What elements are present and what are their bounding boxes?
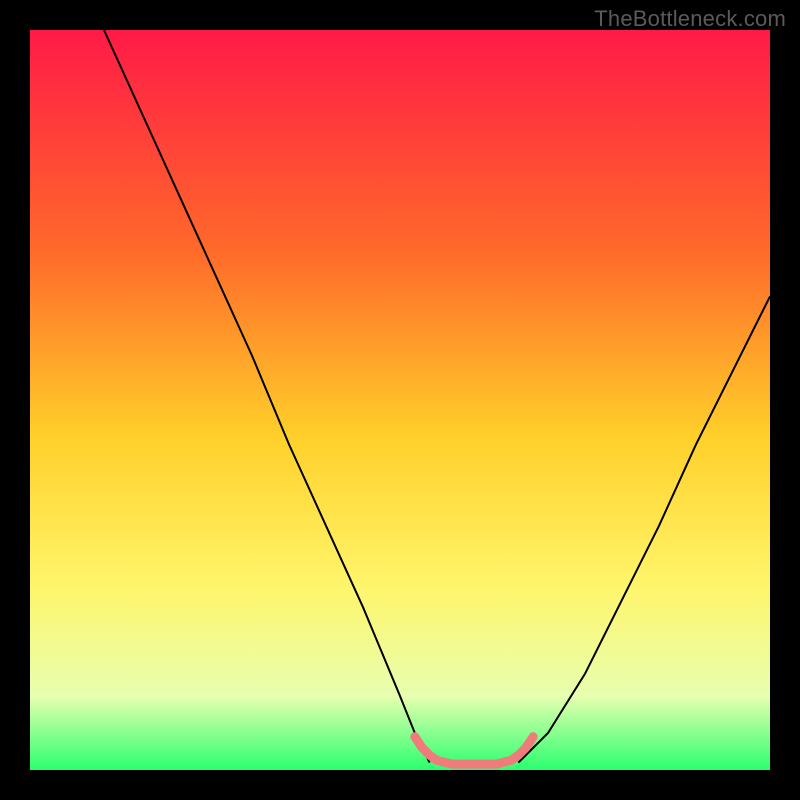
heat-background [30, 30, 770, 770]
chart-frame: TheBottleneck.com [0, 0, 800, 800]
watermark-text: TheBottleneck.com [594, 6, 786, 32]
bottleneck-chart [30, 30, 770, 770]
